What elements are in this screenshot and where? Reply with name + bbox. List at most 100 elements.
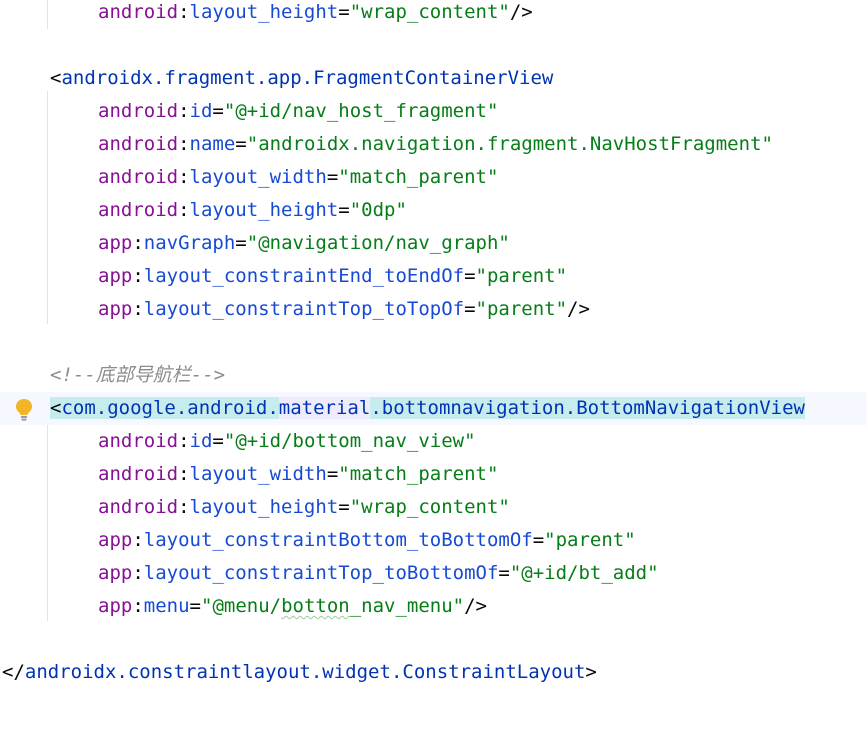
code-line[interactable]: app:layout_constraintTop_toBottomOf="@+i…: [0, 557, 867, 590]
typo-squiggle[interactable]: botton: [281, 595, 350, 617]
attr-value: "parent": [475, 298, 568, 320]
code-line[interactable]: app:navGraph="@navigation/nav_graph": [0, 227, 867, 260]
current-line[interactable]: <com.google.android.material.bottomnavig…: [0, 392, 867, 425]
attr-name: layout_height: [189, 1, 339, 23]
attr-value: "match_parent": [338, 166, 499, 188]
equals: =: [338, 1, 350, 23]
equals: =: [326, 166, 339, 188]
attr-namespace: app: [98, 529, 133, 551]
separator: :: [132, 298, 144, 320]
equals: =: [235, 232, 247, 254]
separator: :: [132, 232, 144, 254]
attr-namespace: android: [98, 463, 179, 485]
attr-value: "@+id/bt_add": [509, 562, 659, 584]
tag-close: />: [464, 595, 487, 617]
attr-value: "parent": [475, 265, 568, 287]
blank-line[interactable]: [0, 326, 867, 359]
separator: :: [178, 496, 190, 518]
equals: =: [235, 133, 247, 155]
attr-name: layout_constraintTop_toBottomOf: [143, 562, 499, 584]
attr-name: menu: [143, 595, 190, 617]
tag-name: androidx.constraintlayout.widget.Constra…: [24, 661, 586, 683]
comment-line[interactable]: <!--底部导航栏-->: [0, 359, 867, 392]
attr-namespace: app: [98, 265, 133, 287]
attr-name: name: [189, 133, 236, 155]
separator: :: [132, 265, 144, 287]
tag-name: androidx.fragment.app.FragmentContainerV…: [61, 67, 554, 89]
code-line[interactable]: android:layout_width="match_parent": [0, 161, 867, 194]
code-editor[interactable]: android:layout_height="wrap_content"/> <…: [0, 0, 867, 689]
attr-namespace: app: [98, 595, 133, 617]
blank-line[interactable]: [0, 623, 867, 656]
attr-value: "match_parent": [338, 463, 499, 485]
attr-name: navGraph: [143, 232, 236, 254]
tag-name-part: material: [278, 397, 371, 419]
separator: :: [178, 166, 190, 188]
tag-open: </: [2, 661, 25, 683]
attr-value-part: "@menu/: [201, 595, 282, 617]
xml-comment: <!--底部导航栏-->: [50, 364, 226, 386]
separator: :: [178, 430, 190, 452]
attr-name: layout_constraintBottom_toBottomOf: [143, 529, 533, 551]
separator: :: [178, 1, 190, 23]
code-line[interactable]: android:layout_height="wrap_content"/>: [0, 0, 867, 29]
attr-value: "wrap_content": [349, 1, 510, 23]
equals: =: [338, 199, 350, 221]
separator: :: [132, 562, 144, 584]
equals: =: [498, 562, 510, 584]
attr-namespace: app: [98, 298, 133, 320]
attr-namespace: android: [98, 496, 179, 518]
equals: =: [189, 595, 201, 617]
attr-value: "@navigation/nav_graph": [246, 232, 510, 254]
code-line[interactable]: app:menu="@menu/botton_nav_menu"/>: [0, 590, 867, 623]
equals: =: [532, 529, 545, 551]
blank-line[interactable]: [0, 29, 867, 62]
attr-name: id: [189, 430, 213, 452]
tag-open: <: [50, 397, 62, 419]
tag-open: <: [50, 67, 62, 89]
code-line[interactable]: android:layout_height="0dp": [0, 194, 867, 227]
separator: :: [178, 463, 190, 485]
attr-namespace: android: [98, 1, 179, 23]
tag-close: />: [567, 298, 590, 320]
separator: :: [178, 133, 190, 155]
attr-namespace: android: [98, 199, 179, 221]
lightbulb-icon[interactable]: [14, 398, 34, 422]
attr-name: layout_width: [189, 166, 327, 188]
attr-namespace: app: [98, 232, 133, 254]
attr-value: "wrap_content": [349, 496, 510, 518]
separator: :: [178, 100, 190, 122]
attr-namespace: android: [98, 166, 179, 188]
attr-value: "parent": [544, 529, 636, 551]
code-line[interactable]: app:layout_constraintTop_toTopOf="parent…: [0, 293, 867, 326]
attr-value: "@+id/bottom_nav_view": [223, 430, 476, 452]
code-line[interactable]: android:layout_height="wrap_content": [0, 491, 867, 524]
code-line[interactable]: android:name="androidx.navigation.fragme…: [0, 128, 867, 161]
attr-name: layout_constraintEnd_toEndOf: [143, 265, 465, 287]
equals: =: [212, 100, 224, 122]
attr-namespace: android: [98, 100, 179, 122]
tag-name-part: .bottomnavigation.BottomNavigationView: [370, 397, 805, 419]
attr-namespace: android: [98, 430, 179, 452]
code-line[interactable]: android:id="@+id/nav_host_fragment": [0, 95, 867, 128]
separator: :: [132, 529, 144, 551]
equals: =: [326, 463, 339, 485]
code-line[interactable]: app:layout_constraintBottom_toBottomOf="…: [0, 524, 867, 557]
equals: =: [464, 298, 476, 320]
attr-name: layout_width: [189, 463, 327, 485]
tag-close: />: [509, 1, 533, 23]
attr-value-part: _nav_menu": [349, 595, 465, 617]
attr-name: layout_height: [189, 199, 339, 221]
code-line[interactable]: android:layout_width="match_parent": [0, 458, 867, 491]
tag-close: >: [585, 661, 597, 683]
attr-name: id: [189, 100, 213, 122]
code-line[interactable]: android:id="@+id/bottom_nav_view": [0, 425, 867, 458]
attr-value: "0dp": [349, 199, 407, 221]
attr-namespace: app: [98, 562, 133, 584]
attr-value: "@+id/nav_host_fragment": [223, 100, 499, 122]
tag-name-part: com.google.android.: [61, 397, 279, 419]
code-line[interactable]: </androidx.constraintlayout.widget.Const…: [0, 656, 867, 689]
code-line[interactable]: <androidx.fragment.app.FragmentContainer…: [0, 62, 867, 95]
code-line[interactable]: app:layout_constraintEnd_toEndOf="parent…: [0, 260, 867, 293]
equals: =: [464, 265, 476, 287]
